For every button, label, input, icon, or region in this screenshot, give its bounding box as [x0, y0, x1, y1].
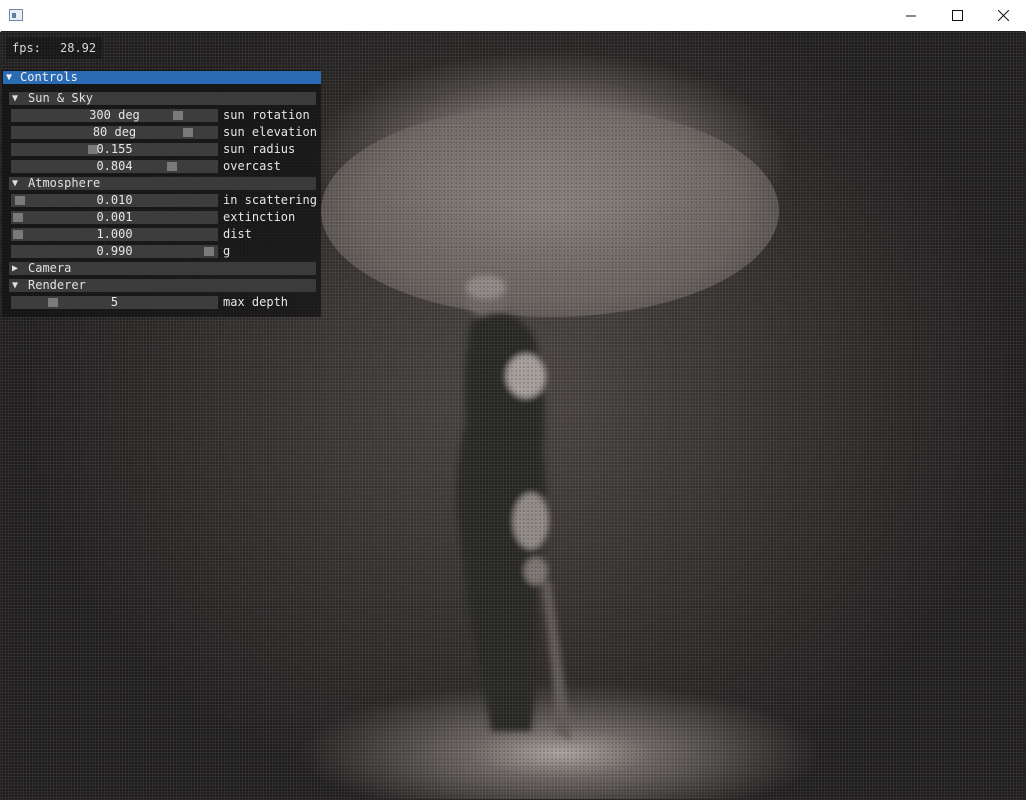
slider-value: 1.000 — [96, 227, 133, 241]
section-sun-sky[interactable]: ▼ Sun & Sky — [9, 92, 316, 105]
slider-grab[interactable] — [47, 298, 58, 307]
maximize-button[interactable] — [934, 0, 980, 31]
slider-extinction[interactable]: 0.001 — [11, 211, 218, 224]
slider-grab[interactable] — [167, 162, 178, 171]
slider-value: 80 deg — [92, 125, 137, 139]
slider-sun-elevation[interactable]: 80 deg — [11, 126, 218, 139]
expand-triangle-icon: ▶ — [12, 263, 19, 274]
slider-value: 0.990 — [96, 244, 133, 258]
slider-grab[interactable] — [13, 230, 23, 239]
minimize-icon — [905, 15, 916, 17]
slider-value: 0.804 — [96, 159, 133, 173]
slider-label: overcast — [223, 159, 281, 173]
slider-grab[interactable] — [182, 128, 193, 137]
slider-dist[interactable]: 1.000 — [11, 228, 218, 241]
slider-grab[interactable] — [173, 111, 184, 120]
minimize-button[interactable] — [888, 0, 934, 31]
slider-value: 0.010 — [96, 193, 133, 207]
close-button[interactable] — [980, 0, 1026, 31]
slider-label: g — [223, 244, 231, 258]
fps-label: fps: — [12, 41, 41, 55]
section-title: Renderer — [28, 278, 86, 292]
slider-label: in scattering — [223, 193, 317, 207]
controls-header[interactable]: ▼ Controls — [3, 71, 321, 84]
slider-value: 0.155 — [96, 142, 133, 156]
maximize-icon — [951, 10, 963, 21]
slider-sun-radius[interactable]: 0.155 — [11, 143, 218, 156]
collapse-triangle-icon: ▼ — [12, 280, 19, 291]
section-renderer[interactable]: ▼ Renderer — [9, 279, 316, 292]
controls-title: Controls — [20, 70, 78, 84]
slider-label: extinction — [223, 210, 296, 224]
slider-value: 5 — [110, 295, 119, 309]
collapse-triangle-icon: ▼ — [12, 93, 19, 104]
section-title: Atmosphere — [28, 176, 101, 190]
section-camera[interactable]: ▶ Camera — [9, 262, 316, 275]
fps-overlay: fps: 28.92 — [6, 37, 102, 59]
slider-grab[interactable] — [204, 247, 215, 256]
slider-in-scattering[interactable]: 0.010 — [11, 194, 218, 207]
slider-value: 300 deg — [89, 108, 140, 122]
slider-sun-rotation[interactable]: 300 deg — [11, 109, 218, 122]
section-atmosphere[interactable]: ▼ Atmosphere — [9, 177, 316, 190]
slider-overcast[interactable]: 0.804 — [11, 160, 218, 173]
fps-value: 28.92 — [60, 41, 97, 55]
slider-label: sun elevation — [223, 125, 317, 139]
slider-label: sun radius — [223, 142, 296, 156]
slider-label: sun rotation — [223, 108, 310, 122]
slider-g[interactable]: 0.990 — [11, 245, 218, 258]
slider-label: max depth — [223, 295, 289, 309]
slider-grab[interactable] — [14, 196, 25, 205]
slider-value: 0.001 — [96, 210, 133, 224]
slider-label: dist — [223, 227, 252, 241]
slider-max-depth[interactable]: 5 — [11, 296, 218, 309]
section-title: Camera — [28, 261, 72, 275]
title-bar — [0, 0, 1026, 32]
section-title: Sun & Sky — [28, 91, 94, 105]
controls-panel: ▼ Controls ▼ Sun & Sky 300 deg sun rotat… — [2, 70, 321, 317]
collapse-triangle-icon: ▼ — [6, 72, 13, 83]
collapse-triangle-icon: ▼ — [12, 178, 19, 189]
app-window-icon — [9, 9, 23, 21]
close-icon — [997, 10, 1009, 21]
slider-grab[interactable] — [13, 213, 23, 222]
